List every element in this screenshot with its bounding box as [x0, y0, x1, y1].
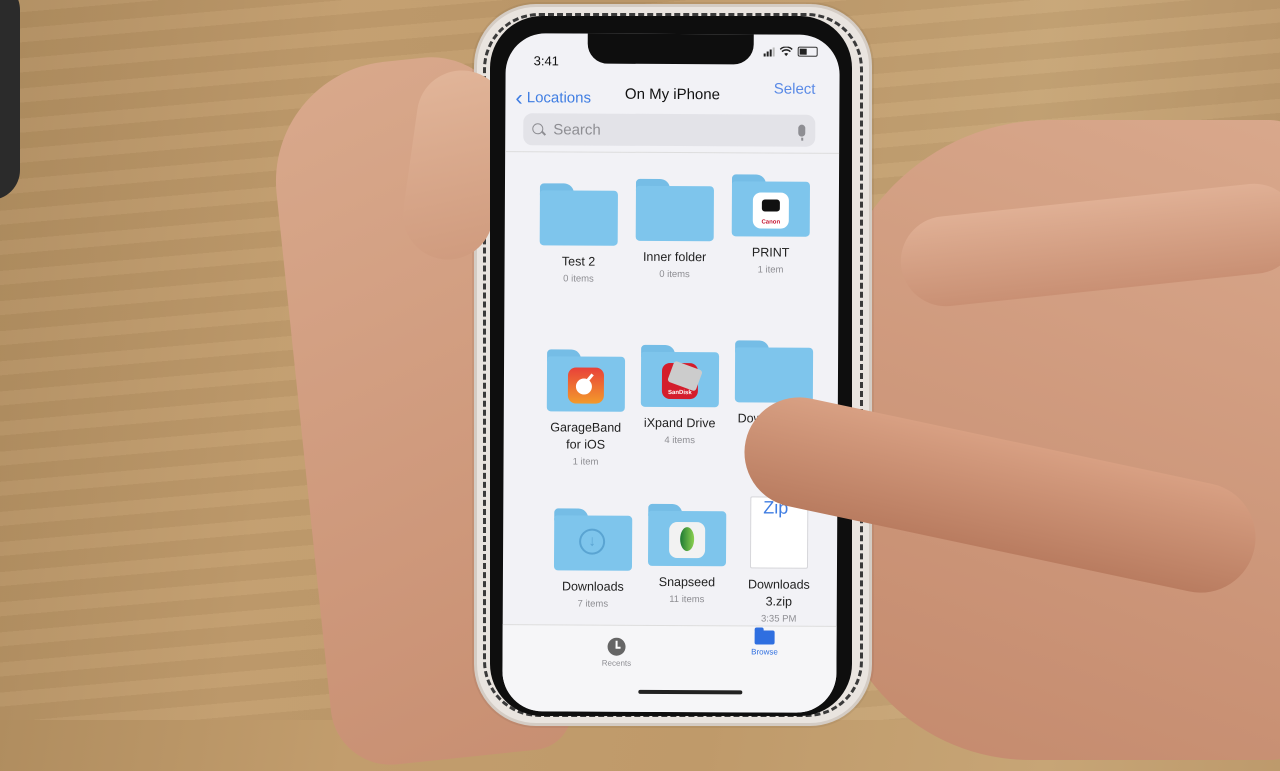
folder-icon [635, 178, 714, 242]
tab-browse[interactable]: Browse [735, 630, 795, 657]
folder-ixpand-drive[interactable]: SanDisk iXpand Drive 4 items [630, 344, 731, 448]
tab-bar: Recents Browse [502, 624, 837, 713]
folder-icon [754, 630, 775, 645]
status-icons [763, 46, 818, 57]
folder-downloads[interactable]: ↓ Downloads 7 items [543, 508, 644, 611]
item-name: GarageBand for iOS [550, 420, 622, 452]
item-detail: 7 items [577, 598, 609, 610]
search-input[interactable] [551, 119, 786, 141]
folder-icon: Canon [731, 174, 811, 237]
file-downloads-3-zip[interactable]: Zip Downloads 3.zip 3:35 PM 14.8 MB [729, 496, 830, 639]
folder-snapseed[interactable]: Snapseed 11 items [637, 503, 738, 607]
folder-print[interactable]: Canon PRINT 1 item [721, 174, 822, 277]
folder-inner-folder[interactable]: Inner folder 0 items [624, 178, 725, 282]
folder-icon: SanDisk [640, 344, 720, 408]
tab-recents-label: Recents [601, 658, 632, 668]
item-detail: 11 items [669, 593, 705, 606]
folder-icon [546, 349, 626, 412]
folder-icon [734, 340, 814, 403]
item-detail: 4 items [664, 434, 695, 447]
item-name: Inner folder [642, 249, 707, 265]
folder-icon [647, 503, 727, 567]
clock-icon [607, 637, 626, 656]
sandisk-app-icon: SanDisk [661, 360, 703, 400]
item-date: 3:35 PM [760, 613, 797, 625]
search-icon [532, 123, 545, 136]
select-button[interactable]: Select [774, 81, 816, 98]
folder-icon [539, 183, 618, 246]
notch [587, 33, 754, 65]
item-detail: 0 items [659, 268, 690, 281]
item-name: PRINT [751, 245, 790, 260]
microphone-icon[interactable] [798, 124, 806, 137]
folder-test-2[interactable]: Test 2 0 items [528, 183, 629, 286]
canon-print-app-icon: Canon [752, 192, 789, 229]
download-arrow-icon: ↓ [579, 528, 606, 555]
item-name: Downloads [561, 579, 624, 594]
dark-object [0, 0, 20, 200]
item-name: Test 2 [561, 254, 596, 269]
signal-icon [763, 47, 775, 57]
item-name: Downloads 3.zip [747, 577, 810, 609]
home-indicator [638, 689, 743, 695]
divider [505, 151, 840, 154]
item-name: iXpand Drive [643, 415, 716, 431]
folder-icon: ↓ [553, 508, 633, 571]
status-time: 3:41 [533, 53, 559, 69]
item-detail: 0 items [563, 273, 594, 285]
snapseed-app-icon [669, 521, 706, 559]
item-name: Snapseed [658, 574, 716, 590]
tab-recents[interactable]: Recents [586, 637, 646, 668]
phone-screen: 3:41 ‹ Locations On My iPhone Select Tes… [502, 33, 840, 713]
folder-garageband[interactable]: GarageBand for iOS 1 item [535, 349, 636, 469]
item-detail: 1 item [757, 264, 784, 276]
battery-icon [797, 46, 818, 57]
search-bar[interactable] [523, 113, 816, 147]
wifi-icon [779, 46, 793, 57]
item-detail: 1 item [572, 456, 599, 468]
tab-browse-label: Browse [751, 647, 778, 657]
garageband-app-icon [567, 367, 605, 404]
